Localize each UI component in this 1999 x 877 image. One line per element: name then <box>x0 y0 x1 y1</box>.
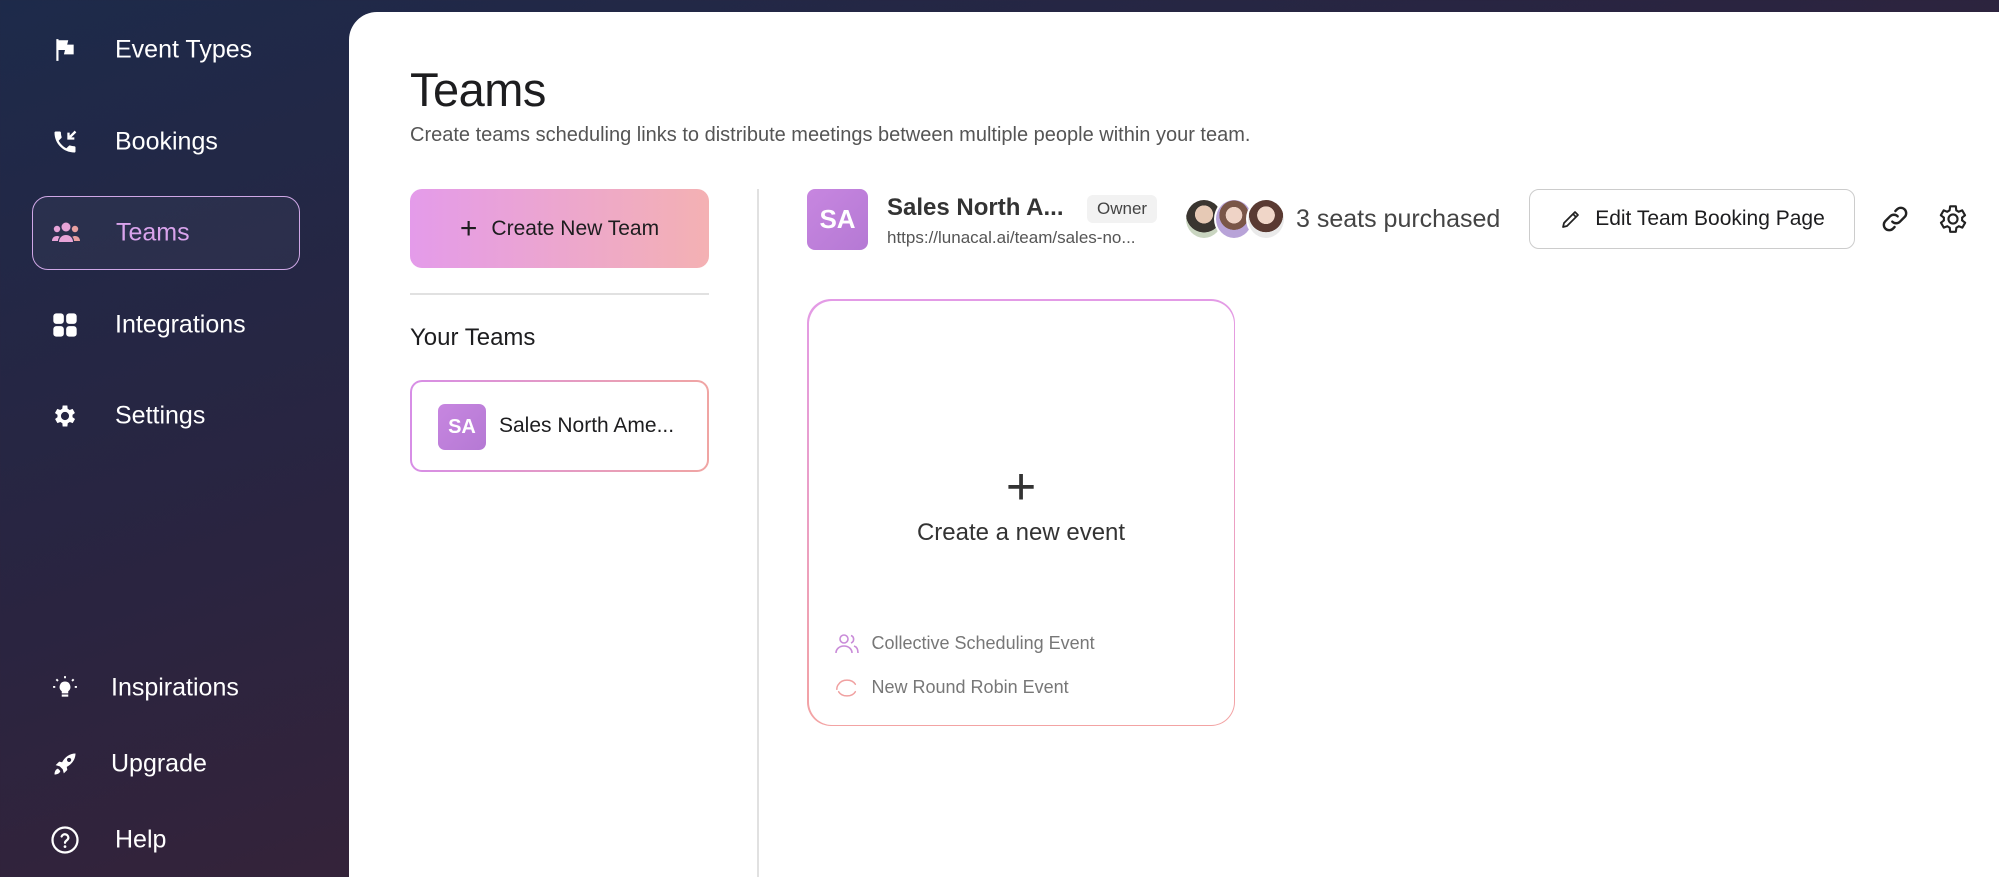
flag-icon <box>50 35 80 65</box>
users-outline-icon <box>834 631 860 657</box>
edit-team-booking-page-label: Edit Team Booking Page <box>1595 207 1825 230</box>
team-list-item[interactable]: SA Sales North Ame... <box>410 380 709 472</box>
help-circle-icon <box>50 825 80 855</box>
sidebar-item-event-types[interactable]: Event Types <box>32 13 300 87</box>
pencil-icon <box>1559 207 1583 231</box>
edit-team-booking-page-button[interactable]: Edit Team Booking Page <box>1529 189 1855 249</box>
option-label: Collective Scheduling Event <box>871 633 1095 653</box>
plus-icon: + <box>459 211 478 245</box>
sidebar-item-label: Teams <box>116 218 190 247</box>
plus-icon: + <box>1005 457 1037 516</box>
sidebar-item-label: Event Types <box>115 35 253 64</box>
main-panel: Teams Create teams scheduling links to d… <box>349 12 1999 877</box>
sidebar-item-label: Integrations <box>115 310 246 339</box>
role-badge: Owner <box>1087 195 1158 223</box>
seats-count: 3 seats purchased <box>1296 205 1501 233</box>
sidebar-item-integrations[interactable]: Integrations <box>32 288 300 362</box>
sidebar-item-bookings[interactable]: Bookings <box>32 105 300 179</box>
lightbulb-icon <box>50 673 80 703</box>
page-subtitle: Create teams scheduling links to distrib… <box>410 124 1251 146</box>
page-title: Teams <box>410 63 546 116</box>
sidebar-item-label: Upgrade <box>111 749 207 778</box>
team-avatar: SA <box>438 404 486 450</box>
phone-incoming-icon <box>50 127 80 157</box>
sidebar-item-help[interactable]: Help <box>32 803 300 877</box>
team-url[interactable]: https://lunacal.ai/team/sales-no... <box>887 228 1136 248</box>
sidebar-item-label: Help <box>115 825 167 854</box>
users-icon <box>51 218 81 248</box>
avatar <box>1246 198 1286 240</box>
create-new-team-button[interactable]: + Create New Team <box>410 189 709 268</box>
sidebar-item-settings[interactable]: Settings <box>32 379 300 453</box>
divider <box>410 293 709 295</box>
sidebar-item-label: Settings <box>115 401 206 430</box>
sidebar-item-upgrade[interactable]: Upgrade <box>32 727 300 801</box>
grid-icon <box>50 310 80 340</box>
create-new-event-button[interactable]: + Create a new event <box>809 461 1234 547</box>
sidebar-item-label: Inspirations <box>111 673 239 702</box>
collective-scheduling-event-option[interactable]: Collective Scheduling Event <box>834 631 1095 657</box>
create-event-card: + Create a new event Collective Scheduli… <box>807 299 1235 726</box>
member-avatars[interactable] <box>1184 198 1286 240</box>
team-name: Sales North A... <box>887 194 1064 221</box>
option-label: New Round Robin Event <box>871 677 1069 697</box>
copy-link-icon[interactable] <box>1877 201 1913 237</box>
team-list-item-name: Sales North Ame... <box>499 414 675 437</box>
round-robin-icon <box>834 675 860 701</box>
team-settings-gear-icon[interactable] <box>1935 201 1971 237</box>
sidebar-item-inspirations[interactable]: Inspirations <box>32 651 300 725</box>
gear-icon <box>50 401 80 431</box>
vertical-divider <box>757 189 759 877</box>
round-robin-event-option[interactable]: New Round Robin Event <box>834 675 1069 701</box>
rocket-icon <box>50 749 80 779</box>
sidebar-item-label: Bookings <box>115 127 218 156</box>
team-header-avatar: SA <box>807 189 868 250</box>
sidebar-item-teams[interactable]: Teams <box>32 196 300 270</box>
your-teams-heading: Your Teams <box>410 324 536 351</box>
sidebar: Event Types Bookings Teams Integrations … <box>0 0 350 877</box>
create-new-team-label: Create New Team <box>491 216 660 240</box>
create-new-event-label: Create a new event <box>916 518 1126 546</box>
